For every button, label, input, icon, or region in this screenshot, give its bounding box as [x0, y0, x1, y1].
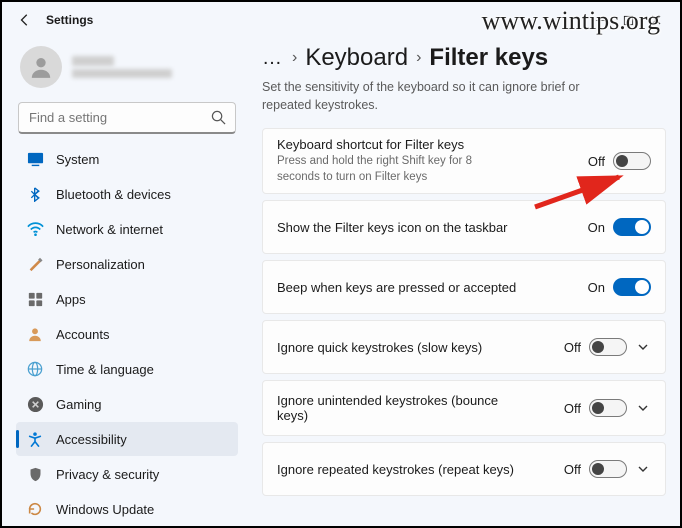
chevron-right-icon: › [416, 49, 421, 67]
sidebar-item-label: Time & language [56, 362, 154, 377]
nav-list: System Bluetooth & devices Network & int… [16, 142, 238, 526]
sidebar-item-network[interactable]: Network & internet [16, 212, 238, 246]
expand-bounce-keys[interactable] [635, 400, 651, 416]
gaming-icon [26, 395, 44, 413]
accounts-icon [26, 325, 44, 343]
paintbrush-icon [26, 255, 44, 273]
maximize-button[interactable] [614, 6, 642, 34]
card-bounce-keys[interactable]: Ignore unintended keystrokes (bounce key… [262, 380, 666, 436]
sidebar-item-personalization[interactable]: Personalization [16, 247, 238, 281]
sidebar-item-privacy[interactable]: Privacy & security [16, 457, 238, 491]
window-title: Settings [46, 13, 93, 27]
sidebar-item-label: Personalization [56, 257, 145, 272]
toggle-taskbar-icon[interactable] [613, 218, 651, 236]
breadcrumb: … › Keyboard › Filter keys [262, 44, 666, 72]
sidebar-item-accounts[interactable]: Accounts [16, 317, 238, 351]
card-title: Ignore unintended keystrokes (bounce key… [277, 393, 517, 423]
sidebar-item-label: Privacy & security [56, 467, 159, 482]
avatar [20, 46, 62, 88]
sidebar-item-label: Windows Update [56, 502, 154, 517]
toggle-filter-shortcut[interactable] [613, 152, 651, 170]
settings-window: www.wintips.org Settings [0, 0, 682, 528]
card-title: Show the Filter keys icon on the taskbar [277, 220, 508, 235]
toggle-state: Off [564, 462, 581, 477]
breadcrumb-keyboard[interactable]: Keyboard [305, 44, 408, 72]
toggle-state: Off [564, 340, 581, 355]
apps-icon [26, 290, 44, 308]
sidebar-item-label: Gaming [56, 397, 102, 412]
sidebar-item-system[interactable]: System [16, 142, 238, 176]
sidebar-item-gaming[interactable]: Gaming [16, 387, 238, 421]
chevron-right-icon: › [292, 49, 297, 67]
card-slow-keys[interactable]: Ignore quick keystrokes (slow keys) Off [262, 320, 666, 374]
globe-icon [26, 360, 44, 378]
breadcrumb-overflow[interactable]: … [262, 47, 284, 70]
breadcrumb-current: Filter keys [429, 44, 548, 72]
accessibility-icon [26, 430, 44, 448]
sidebar-item-label: System [56, 152, 99, 167]
account-name-redacted [72, 56, 172, 78]
back-button[interactable] [18, 13, 32, 27]
card-taskbar-icon[interactable]: Show the Filter keys icon on the taskbar… [262, 200, 666, 254]
titlebar: Settings [2, 2, 680, 38]
card-beep[interactable]: Beep when keys are pressed or accepted O… [262, 260, 666, 314]
card-title: Ignore repeated keystrokes (repeat keys) [277, 462, 514, 477]
card-title: Ignore quick keystrokes (slow keys) [277, 340, 482, 355]
close-button[interactable] [642, 6, 670, 34]
toggle-state: On [588, 220, 605, 235]
card-title: Keyboard shortcut for Filter keys [277, 137, 517, 152]
wifi-icon [26, 220, 44, 238]
search-icon [211, 110, 226, 125]
toggle-repeat-keys[interactable] [589, 460, 627, 478]
sidebar-item-bluetooth[interactable]: Bluetooth & devices [16, 177, 238, 211]
update-icon [26, 500, 44, 518]
search-input[interactable] [18, 102, 236, 134]
search-box[interactable] [18, 102, 236, 134]
expand-repeat-keys[interactable] [635, 461, 651, 477]
toggle-bounce-keys[interactable] [589, 399, 627, 417]
toggle-beep[interactable] [613, 278, 651, 296]
sidebar-item-label: Bluetooth & devices [56, 187, 171, 202]
toggle-state: Off [588, 154, 605, 169]
sidebar-item-accessibility[interactable]: Accessibility [16, 422, 238, 456]
page-description: Set the sensitivity of the keyboard so i… [262, 78, 632, 114]
sidebar-item-apps[interactable]: Apps [16, 282, 238, 316]
expand-slow-keys[interactable] [635, 339, 651, 355]
account-header[interactable] [16, 42, 238, 102]
sidebar-item-label: Apps [56, 292, 86, 307]
toggle-slow-keys[interactable] [589, 338, 627, 356]
sidebar-item-label: Accounts [56, 327, 109, 342]
card-title: Beep when keys are pressed or accepted [277, 280, 516, 295]
shield-icon [26, 465, 44, 483]
sidebar-item-label: Network & internet [56, 222, 163, 237]
minimize-button[interactable] [586, 6, 614, 34]
card-repeat-keys[interactable]: Ignore repeated keystrokes (repeat keys)… [262, 442, 666, 496]
toggle-state: On [588, 280, 605, 295]
sidebar: System Bluetooth & devices Network & int… [2, 38, 248, 528]
toggle-state: Off [564, 401, 581, 416]
card-keyboard-shortcut[interactable]: Keyboard shortcut for Filter keys Press … [262, 128, 666, 194]
sidebar-item-windows-update[interactable]: Windows Update [16, 492, 238, 526]
main-content: … › Keyboard › Filter keys Set the sensi… [248, 38, 680, 528]
card-subtitle: Press and hold the right Shift key for 8… [277, 154, 517, 185]
sidebar-item-time-language[interactable]: Time & language [16, 352, 238, 386]
system-icon [26, 150, 44, 168]
bluetooth-icon [26, 185, 44, 203]
sidebar-item-label: Accessibility [56, 432, 127, 447]
